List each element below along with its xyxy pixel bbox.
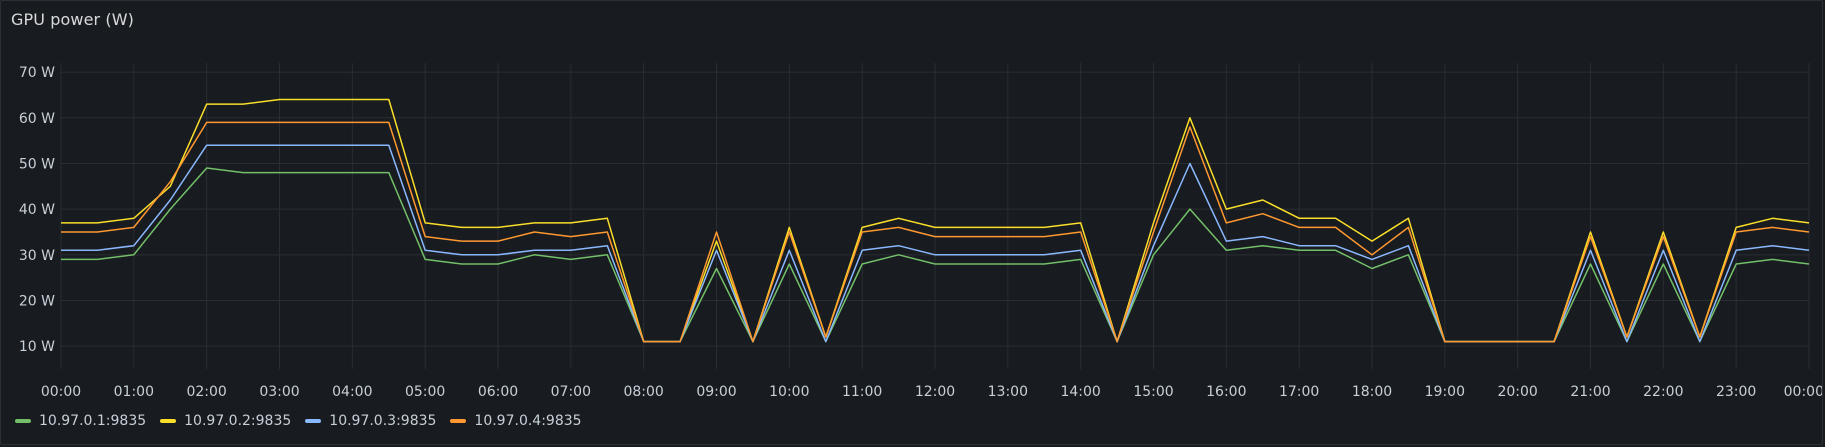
x-tick-label: 17:00 (1279, 384, 1319, 400)
x-tick-label: 16:00 (1206, 384, 1246, 400)
y-tick-label: 40 W (19, 202, 55, 218)
legend-swatch (305, 419, 322, 423)
x-tick-label: 03:00 (259, 384, 299, 400)
legend-label: 10.97.0.1:9835 (39, 413, 147, 429)
x-tick-label: 01:00 (114, 384, 154, 400)
x-tick-label: 13:00 (988, 384, 1028, 400)
x-tick-label: 10:00 (769, 384, 809, 400)
gpu-power-chart: 10 W20 W30 W40 W50 W60 W70 W 00:00 01:00 0… (19, 63, 1823, 400)
x-tick-label: 15:00 (1133, 384, 1173, 400)
legend-item-1[interactable]: 10.97.0.1:9835 (15, 413, 146, 429)
x-tick-label: 18:00 (1352, 384, 1392, 400)
y-tick-label: 20 W (19, 293, 55, 309)
x-tick-label: 09:00 (696, 384, 736, 400)
x-tick-label: 00:00 (41, 384, 81, 400)
y-tick-label: 60 W (19, 111, 55, 127)
legend-swatch (160, 419, 177, 423)
chart-legend: 10.97.0.1:9835 10.97.0.2:9835 10.97.0.3:98… (15, 413, 582, 429)
x-tick-label: 14:00 (1060, 384, 1100, 400)
x-tick-label: 02:00 (186, 384, 226, 400)
y-tick-label: 70 W (19, 65, 55, 81)
x-tick-label: 21:00 (1570, 384, 1610, 400)
x-tick-label: 00:00 (1784, 384, 1823, 400)
x-tick-label: 12:00 (915, 384, 955, 400)
grid-lines (60, 63, 1810, 369)
x-tick-label: 22:00 (1643, 384, 1683, 400)
x-tick-label: 11:00 (842, 384, 882, 400)
legend-label: 10.97.0.3:9835 (329, 413, 437, 429)
y-axis: 10 W 20 W 30 W 40 W 50 W 60 W 70 W (19, 65, 55, 355)
x-tick-label: 05:00 (405, 384, 445, 400)
legend-item-2[interactable]: 10.97.0.2:9835 (160, 413, 291, 429)
gpu-power-panel: GPU power (W) 10 W 20 W 30 W 40 W 50 W 60 W 70… (0, 0, 1823, 445)
x-tick-label: 07:00 (551, 384, 591, 400)
legend-swatch (450, 419, 467, 423)
x-tick-label: 20:00 (1497, 384, 1537, 400)
legend-item-4[interactable]: 10.97.0.4:9835 (450, 413, 582, 429)
legend-swatch (15, 419, 31, 423)
x-tick-label: 06:00 (478, 384, 518, 400)
x-tick-label: 19:00 (1425, 384, 1465, 400)
x-tick-label: 04:00 (332, 384, 372, 400)
x-tick-label: 08:00 (623, 384, 663, 400)
legend-item-3[interactable]: 10.97.0.3:9835 (305, 413, 436, 429)
legend-label: 10.97.0.2:9835 (184, 413, 292, 429)
y-tick-label: 30 W (19, 248, 55, 264)
legend-label: 10.97.0.4:9835 (474, 413, 582, 429)
x-tick-label: 23:00 (1716, 384, 1756, 400)
y-tick-label: 50 W (19, 156, 55, 172)
x-axis: 00:00 01:00 02:00 03:00 04:00 05:00 06:00 07:00… (41, 384, 1823, 400)
y-tick-label: 10 W (19, 339, 55, 355)
